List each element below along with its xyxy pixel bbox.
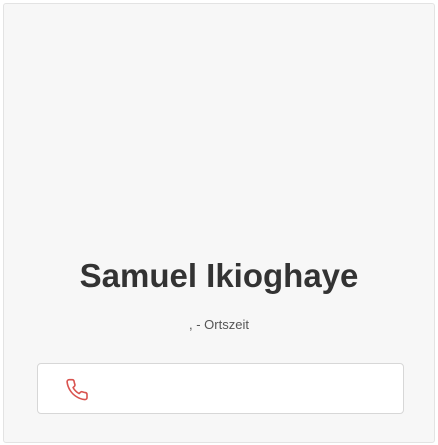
- phone-icon: [66, 378, 90, 402]
- phone-call-button[interactable]: [37, 363, 404, 414]
- local-time: , - Ortszeit: [189, 317, 249, 332]
- contact-card: Samuel Ikioghaye , - Ortszeit: [3, 3, 435, 443]
- contact-name: Samuel Ikioghaye: [79, 257, 359, 294]
